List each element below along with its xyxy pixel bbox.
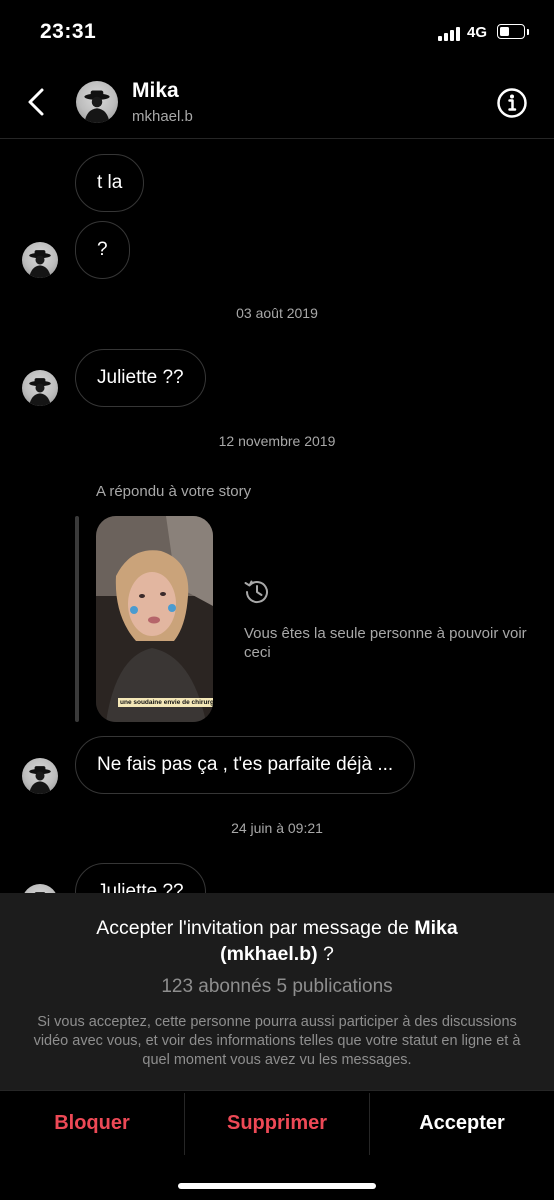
delete-button[interactable]: Supprimer	[185, 1091, 369, 1157]
sender-avatar[interactable]	[22, 758, 58, 794]
invitation-name: Mika	[414, 917, 458, 939]
chat-header: Mika mkhael.b	[0, 66, 554, 139]
profile-stats: 123 abonnés 5 publications	[161, 976, 393, 997]
request-actions: Bloquer Supprimer Accepter	[0, 1090, 554, 1157]
home-indicator[interactable]	[178, 1183, 376, 1189]
message-bubble[interactable]: Juliette ??	[75, 349, 206, 407]
invitation-description: Si vous acceptez, cette personne pourra …	[33, 1014, 521, 1068]
back-icon[interactable]	[20, 82, 56, 122]
date-separator: 03 août 2019	[236, 305, 318, 321]
story-visibility-note: Vous êtes la seule personne à pouvoir vo…	[244, 625, 527, 661]
network-label: 4G	[467, 24, 488, 41]
date-separator: 24 juin à 09:21	[231, 820, 323, 836]
date-separator: 12 novembre 2019	[218, 433, 336, 449]
story-reply-label: A répondu à votre story	[96, 483, 252, 500]
sender-avatar[interactable]	[22, 242, 58, 278]
history-icon	[242, 577, 272, 607]
avatar[interactable]	[76, 81, 118, 123]
info-icon[interactable]	[496, 87, 528, 119]
reply-bar	[75, 516, 79, 722]
battery-icon	[497, 24, 525, 39]
story-caption: une soudaine envie de chirurgie	[118, 698, 213, 707]
message-request-panel: Accepter l'invitation par message de Mik…	[0, 893, 554, 1090]
invitation-title: Accepter l'invitation par message de Mik…	[96, 917, 458, 965]
battery-cap	[527, 29, 529, 35]
message-bubble[interactable]: t la	[75, 154, 145, 212]
invitation-handle: (mkhael.b)	[220, 943, 318, 965]
contact-name[interactable]: Mika	[132, 79, 179, 103]
status-time: 23:31	[40, 20, 97, 43]
signal-icon	[438, 27, 460, 41]
accept-button[interactable]: Accepter	[370, 1091, 554, 1157]
contact-handle[interactable]: mkhael.b	[132, 108, 193, 125]
message-bubble[interactable]: ?	[75, 221, 130, 279]
status-bar: 23:31 4G	[0, 0, 554, 66]
message-bubble[interactable]: Ne fais pas ça , t'es parfaite déjà ...	[75, 736, 416, 794]
sender-avatar[interactable]	[22, 370, 58, 406]
block-button[interactable]: Bloquer	[0, 1091, 184, 1157]
story-thumbnail[interactable]: une soudaine envie de chirurgie	[96, 516, 213, 722]
